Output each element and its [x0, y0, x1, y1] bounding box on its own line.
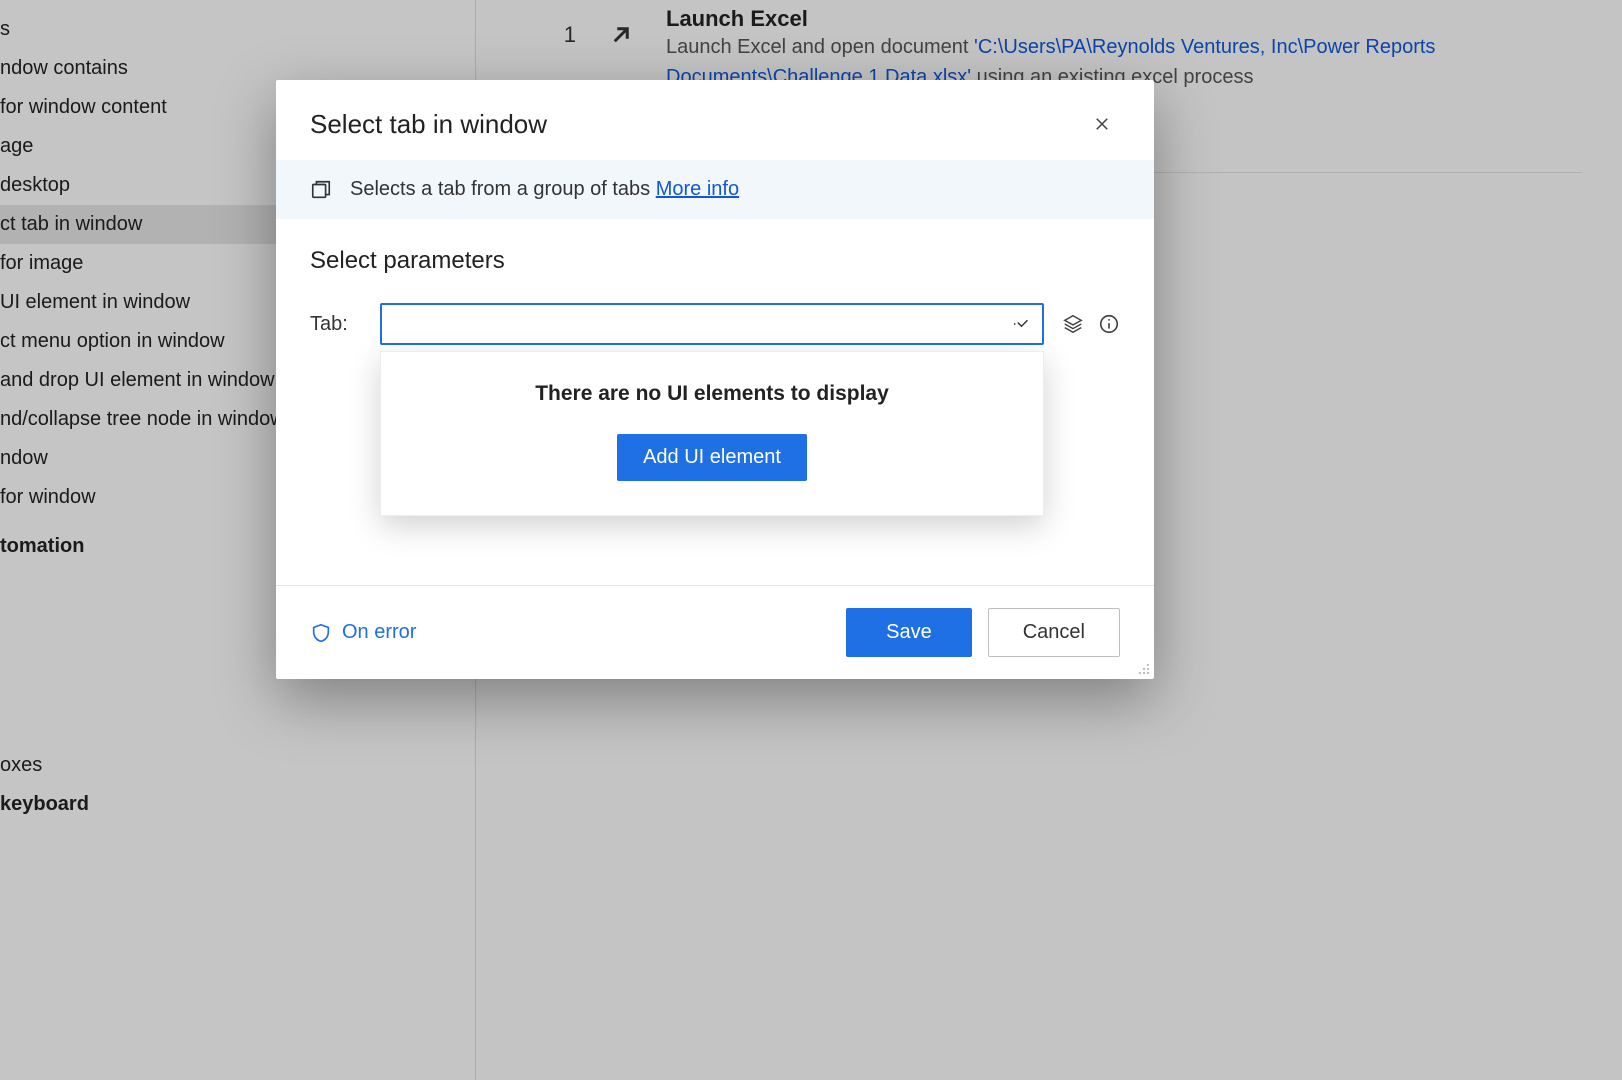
sidebar-item[interactable]: s: [0, 10, 475, 49]
step-title: Launch Excel: [666, 6, 1612, 32]
more-info-link[interactable]: More info: [656, 178, 739, 200]
add-ui-element-button[interactable]: Add UI element: [617, 434, 807, 481]
close-icon: [1093, 115, 1111, 133]
ui-element-picker-icon[interactable]: [1062, 313, 1084, 335]
dialog-title: Select tab in window: [310, 109, 547, 140]
dialog-body: Select parameters Tab:: [276, 219, 1154, 585]
info-icon[interactable]: [1098, 313, 1120, 335]
parameters-section-title: Select parameters: [310, 247, 1120, 275]
on-error-label: On error: [342, 621, 416, 644]
on-error-link[interactable]: On error: [310, 621, 416, 644]
step-desc-text: Launch Excel and open document: [666, 36, 974, 58]
shield-icon: [310, 622, 332, 644]
sidebar-item[interactable]: keyboard: [0, 785, 475, 824]
tab-input[interactable]: [392, 314, 1008, 335]
tab-dropdown-panel: There are no UI elements to display Add …: [380, 351, 1044, 516]
tab-combobox[interactable]: [380, 303, 1044, 345]
save-button[interactable]: Save: [846, 608, 972, 657]
dialog-footer: On error Save Cancel: [276, 585, 1154, 679]
dialog-info-bar: Selects a tab from a group of tabs More …: [276, 160, 1154, 219]
select-tab-dialog: Select tab in window Selects a tab from …: [276, 80, 1154, 679]
resize-grip-icon[interactable]: [1136, 661, 1150, 675]
dialog-header: Select tab in window: [276, 80, 1154, 160]
close-button[interactable]: [1084, 106, 1120, 142]
dropdown-empty-message: There are no UI elements to display: [401, 382, 1023, 406]
cancel-button[interactable]: Cancel: [988, 608, 1120, 657]
sidebar-item[interactable]: oxes: [0, 746, 475, 785]
launch-arrow-icon: [606, 6, 636, 50]
dialog-info-text: Selects a tab from a group of tabs: [350, 178, 656, 200]
tabs-icon: [310, 179, 332, 201]
step-number: 1: [516, 6, 576, 48]
chevron-down-icon[interactable]: [1008, 315, 1032, 333]
tab-label: Tab:: [310, 313, 362, 336]
tab-parameter-row: Tab:: [310, 303, 1120, 345]
